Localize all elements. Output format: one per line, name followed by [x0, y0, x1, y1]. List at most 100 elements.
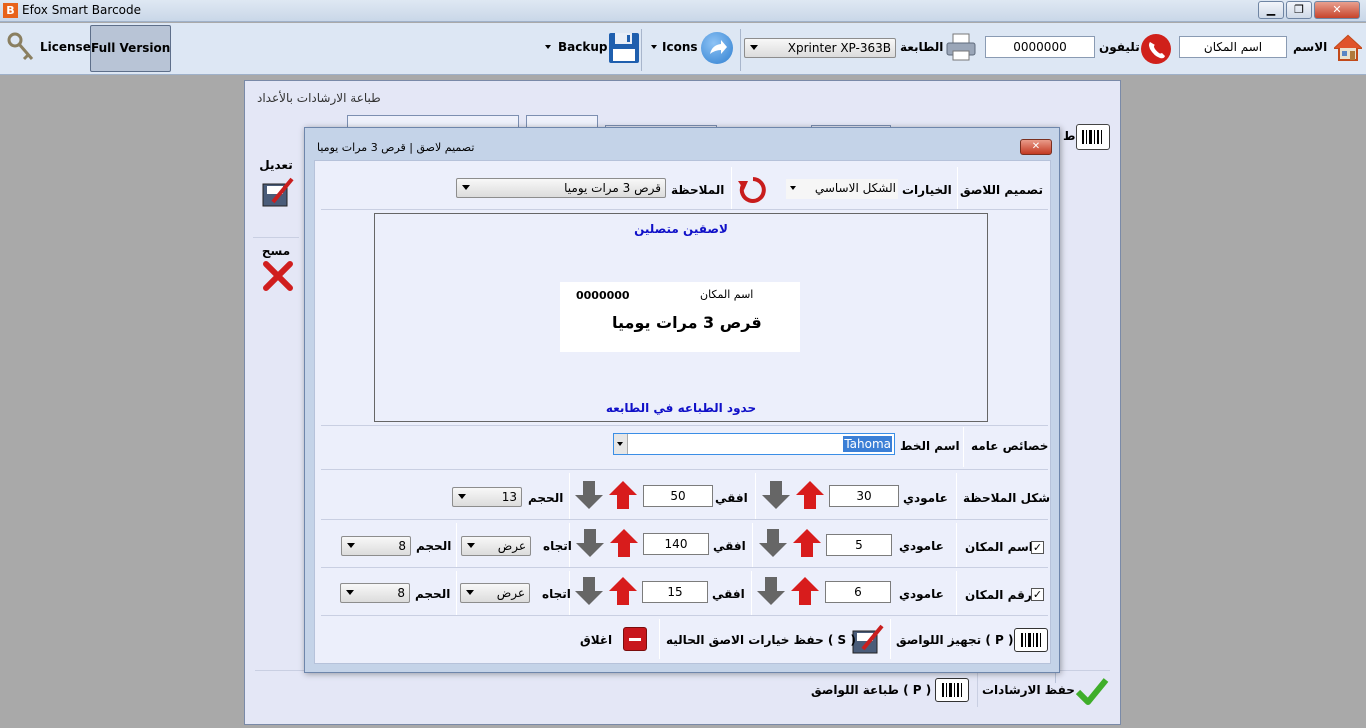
divider — [321, 519, 1048, 520]
down-arrow-icon[interactable] — [762, 481, 790, 511]
dialog-close-button[interactable]: ✕ — [1020, 139, 1052, 155]
divider — [569, 473, 570, 519]
place-number-checkbox[interactable]: ✓ — [1031, 588, 1044, 601]
checkmark-icon[interactable] — [1075, 676, 1109, 706]
preview-place-number: 0000000 — [576, 289, 630, 302]
divider — [321, 425, 1048, 426]
direction-select[interactable]: عرض — [460, 583, 530, 603]
edit-icon[interactable] — [851, 623, 885, 655]
up-arrow-icon[interactable] — [791, 577, 819, 607]
down-arrow-icon[interactable] — [575, 481, 603, 511]
save-disk-icon[interactable] — [608, 32, 640, 64]
down-arrow-icon[interactable] — [575, 577, 603, 607]
barcode-icon[interactable] — [1014, 628, 1048, 652]
horizontal-input[interactable]: 15 — [642, 581, 708, 603]
vertical-label: عامودي — [899, 587, 944, 601]
backup-button[interactable]: Backup — [558, 40, 607, 54]
up-arrow-icon[interactable] — [609, 577, 637, 607]
font-dropdown-button[interactable] — [614, 434, 628, 454]
delete-button[interactable]: مسح — [253, 244, 299, 304]
save-current-options-button[interactable]: حفظ خيارات الاصق الحاليه ( S ) — [666, 633, 856, 647]
close-window-button[interactable]: ✕ — [1314, 1, 1360, 19]
barcode-icon[interactable] — [1076, 124, 1110, 150]
phone-label: تليفون — [1099, 40, 1140, 54]
down-arrow-icon[interactable] — [576, 529, 604, 559]
chevron-down-icon — [347, 543, 355, 548]
chevron-down-icon — [750, 45, 758, 50]
preview-bottom-text: حدود الطباعه في الطابعه — [605, 401, 757, 415]
up-arrow-icon[interactable] — [609, 481, 637, 511]
size-select[interactable]: 8 — [341, 536, 411, 556]
row-label: شكل الملاحظة — [963, 491, 1051, 505]
icons-button[interactable]: Icons — [662, 40, 698, 54]
divider — [963, 427, 964, 467]
edit-label: تعديل — [259, 158, 293, 172]
chevron-down-icon[interactable] — [651, 45, 657, 49]
delete-label: مسح — [261, 244, 291, 258]
horizontal-label: افقي — [713, 539, 746, 553]
full-version-button[interactable]: Full Version — [90, 25, 171, 72]
horizontal-input[interactable]: 50 — [643, 485, 713, 507]
edit-icon — [262, 177, 294, 207]
place-name-checkbox[interactable]: ✓ — [1031, 541, 1044, 554]
phone-field[interactable]: 0000000 — [985, 36, 1095, 58]
size-value: 13 — [501, 490, 517, 504]
chevron-down-icon — [462, 185, 470, 190]
icons-arrow-icon[interactable] — [701, 32, 733, 64]
direction-value: عرض — [497, 539, 526, 553]
delete-x-icon — [263, 261, 293, 291]
size-label: الحجم — [416, 539, 452, 553]
options-label: الخيارات — [902, 183, 952, 197]
row-label: اسم المكان — [965, 540, 1033, 554]
keys-icon[interactable] — [6, 31, 36, 63]
divider — [321, 209, 1048, 210]
direction-label: اتجاه — [542, 587, 571, 601]
font-name-input[interactable]: Tahoma — [613, 433, 895, 455]
refresh-icon[interactable] — [736, 175, 770, 205]
minimize-button[interactable]: ▁ — [1258, 1, 1284, 19]
license-button[interactable]: License — [40, 40, 91, 54]
down-arrow-icon[interactable] — [757, 577, 785, 607]
vertical-label: عامودي — [903, 491, 948, 505]
printer-select[interactable]: Xprinter XP-363B — [744, 38, 896, 58]
down-arrow-icon[interactable] — [759, 529, 787, 559]
home-icon[interactable] — [1332, 34, 1364, 62]
label-preview-area: لاصقين متصلين اسم المكان 0000000 قرص 3 م… — [374, 213, 988, 422]
chevron-down-icon — [617, 442, 623, 446]
vertical-input[interactable]: 5 — [826, 534, 892, 556]
vertical-label: عامودي — [899, 539, 944, 553]
horizontal-input[interactable]: 140 — [643, 533, 709, 555]
size-select[interactable]: 8 — [340, 583, 410, 603]
edit-button[interactable]: تعديل — [253, 158, 299, 238]
label-preview: اسم المكان 0000000 قرص 3 مرات يوميا — [560, 282, 800, 352]
name-field[interactable]: اسم المكان — [1179, 36, 1287, 58]
chevron-down-icon[interactable] — [545, 45, 551, 49]
print-stickers-button[interactable]: طباعة اللواصق ( P ) — [811, 683, 931, 697]
save-instructions-button[interactable]: حفظ الارشادات — [982, 683, 1075, 697]
up-arrow-icon[interactable] — [793, 529, 821, 559]
up-arrow-icon[interactable] — [610, 529, 638, 559]
bottom-divider — [977, 673, 978, 707]
vertical-input[interactable]: 6 — [825, 581, 891, 603]
options-select[interactable]: الشكل الاساسي — [786, 179, 898, 199]
vertical-input[interactable]: 30 — [829, 485, 899, 507]
barcode-icon[interactable] — [935, 678, 969, 702]
printer-select-value: Xprinter XP-363B — [787, 41, 891, 55]
size-select[interactable]: 13 — [452, 487, 522, 507]
sticker-design-dialog: تصميم لاصق | قرص 3 مرات يوميا ✕ تصميم ال… — [304, 127, 1060, 673]
direction-select[interactable]: عرض — [461, 536, 531, 556]
printer-label: الطابعة — [900, 40, 944, 54]
prepare-stickers-button[interactable]: تجهيز اللواصق ( P ) — [896, 633, 1013, 647]
side-letter: ط — [1063, 129, 1076, 143]
printer-icon[interactable] — [945, 32, 977, 62]
close-button[interactable]: اغلاق — [580, 633, 612, 647]
up-arrow-icon[interactable] — [796, 481, 824, 511]
name-label: الاسم — [1293, 40, 1328, 54]
size-value: 8 — [398, 539, 406, 553]
note-select[interactable]: قرص 3 مرات يوميا — [456, 178, 666, 198]
size-label: الحجم — [415, 587, 451, 601]
divider — [751, 571, 752, 615]
toolbar-divider — [740, 29, 741, 71]
close-icon[interactable] — [623, 627, 647, 651]
maximize-button[interactable]: ❐ — [1286, 1, 1312, 19]
